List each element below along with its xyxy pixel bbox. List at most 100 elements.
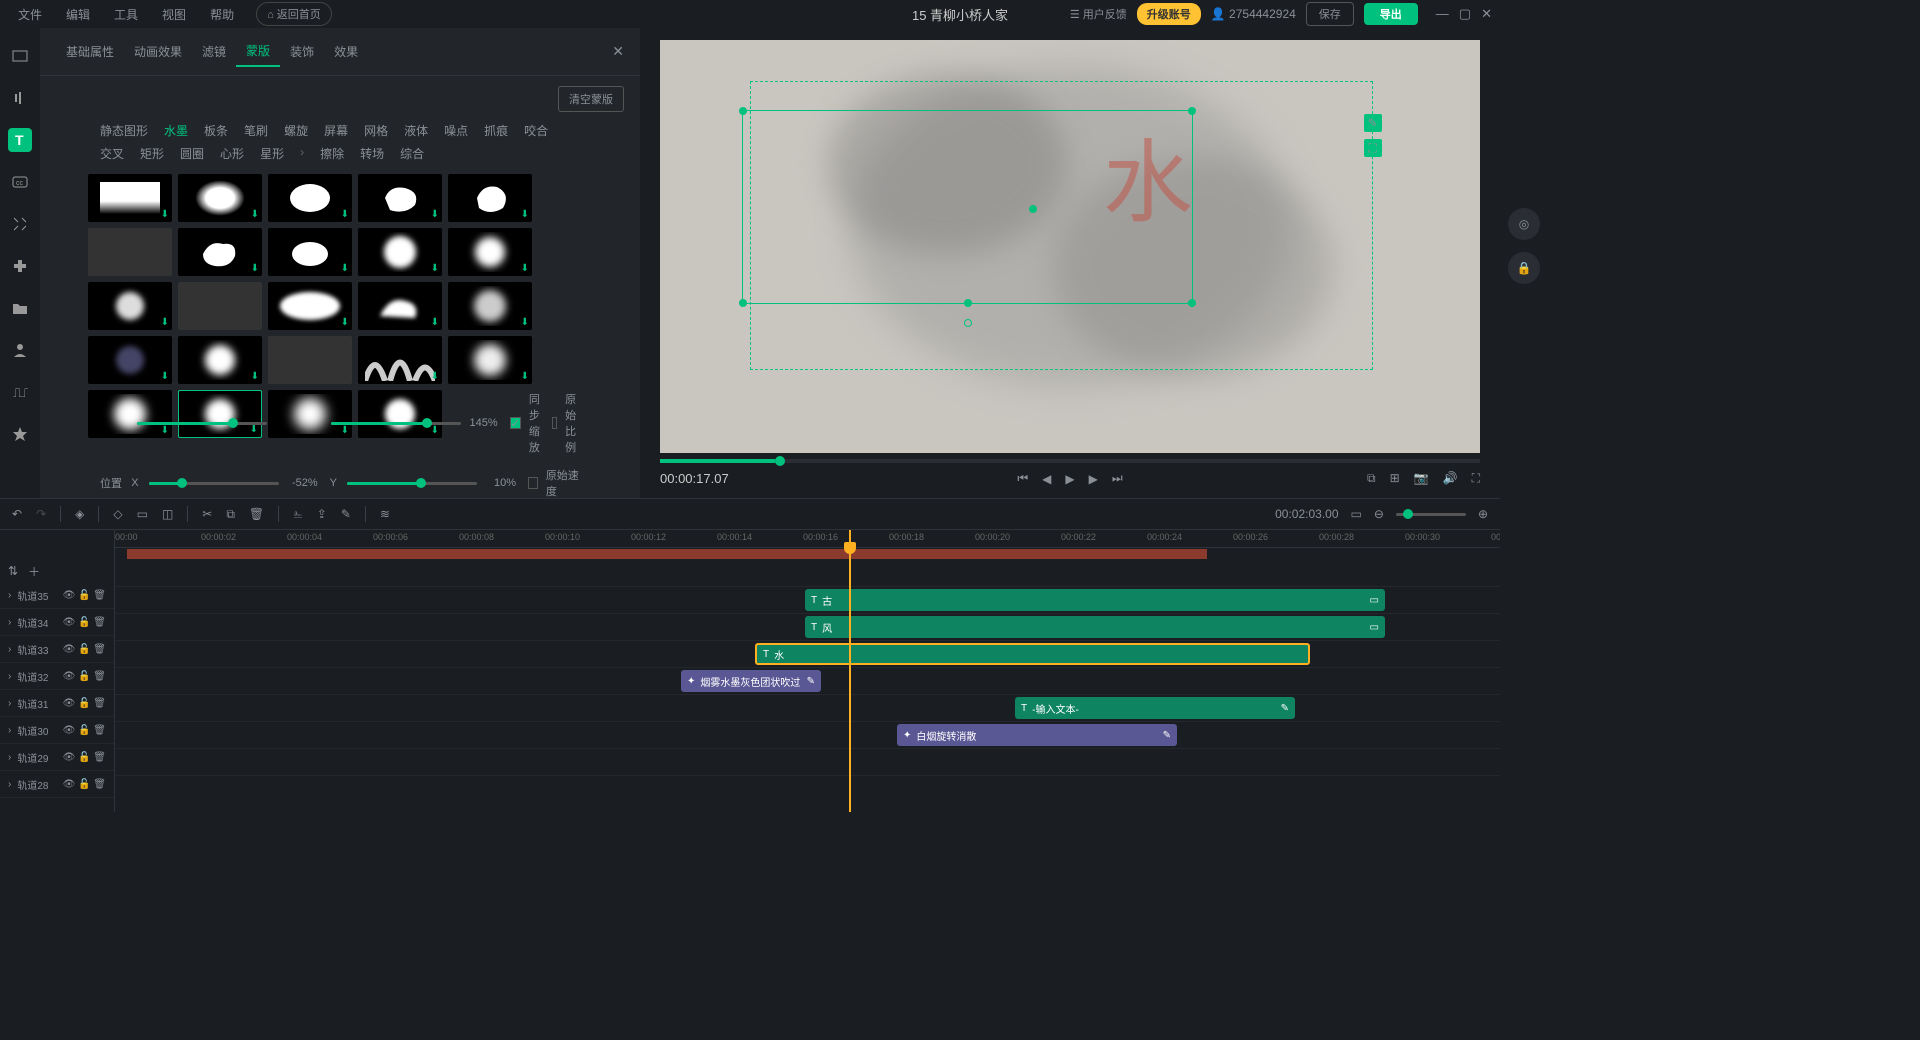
- download-icon[interactable]: ⬇: [431, 371, 439, 382]
- nav-person-icon[interactable]: [8, 338, 32, 362]
- tab-effect[interactable]: 效果: [324, 37, 368, 66]
- track-header[interactable]: ›轨道34👁 🔓 🗑: [0, 609, 114, 636]
- edit-pencil-icon[interactable]: ✎: [1364, 114, 1382, 132]
- layers-icon[interactable]: ≋: [380, 507, 390, 521]
- download-icon[interactable]: ⬇: [341, 263, 349, 274]
- nav-favorites-icon[interactable]: [8, 422, 32, 446]
- close-icon[interactable]: ✕: [1481, 6, 1492, 22]
- panel-close-button[interactable]: ✕: [612, 43, 624, 60]
- download-icon[interactable]: ⬇: [251, 263, 259, 274]
- download-icon[interactable]: ⬇: [341, 425, 349, 436]
- mask-thumb[interactable]: ⬇: [358, 228, 442, 276]
- mask-thumb[interactable]: ⬇: [358, 390, 442, 438]
- export-button[interactable]: 导出: [1364, 3, 1418, 25]
- pos-y-value[interactable]: 10%: [485, 477, 520, 489]
- tab-filter[interactable]: 滤镜: [192, 37, 236, 66]
- mask-thumb[interactable]: ⬇: [88, 174, 172, 222]
- playhead[interactable]: [849, 530, 851, 812]
- download-icon[interactable]: ⬇: [431, 263, 439, 274]
- text-clip-gu[interactable]: T古▭: [805, 589, 1385, 611]
- track-header[interactable]: ›轨道31👁 🔓 🗑: [0, 690, 114, 717]
- nav-plugins-icon[interactable]: [8, 254, 32, 278]
- play-icon[interactable]: ▶: [1065, 472, 1074, 486]
- audio-clip[interactable]: [127, 549, 1207, 559]
- text-clip-shui-selected[interactable]: T水: [755, 643, 1310, 665]
- download-icon[interactable]: ⬇: [521, 317, 529, 328]
- menu-view[interactable]: 视图: [152, 2, 196, 27]
- nav-folder-icon[interactable]: [8, 296, 32, 320]
- mask-thumb[interactable]: ⬇: [178, 336, 262, 384]
- cat-scratch[interactable]: 抓痕: [484, 122, 508, 139]
- download-icon[interactable]: ⬇: [341, 209, 349, 220]
- scale-h-slider[interactable]: [331, 422, 461, 425]
- group-icon[interactable]: ▭: [137, 507, 148, 521]
- track-header[interactable]: ›轨道30👁 🔓 🗑: [0, 717, 114, 744]
- download-icon[interactable]: ⬇: [251, 371, 259, 382]
- mask-thumb[interactable]: ⬇: [358, 174, 442, 222]
- orig-speed-checkbox[interactable]: [528, 477, 538, 489]
- cat-transition[interactable]: 转场: [360, 145, 384, 162]
- download-icon[interactable]: ⬇: [341, 317, 349, 328]
- mask-thumb[interactable]: ⬇: [268, 282, 352, 330]
- tracks-area[interactable]: 00:00 00:00:02 00:00:04 00:00:06 00:00:0…: [115, 530, 1500, 812]
- goto-start-icon[interactable]: ⏮: [1017, 471, 1028, 486]
- download-icon[interactable]: ⬇: [521, 371, 529, 382]
- cat-cross[interactable]: 交叉: [100, 145, 124, 162]
- menu-tools[interactable]: 工具: [104, 2, 148, 27]
- tab-mask[interactable]: 蒙版: [236, 36, 280, 67]
- upgrade-button[interactable]: 升级账号: [1137, 3, 1201, 25]
- nav-audio-icon[interactable]: [8, 86, 32, 110]
- cat-brush[interactable]: 笔刷: [244, 122, 268, 139]
- split-icon[interactable]: ⎁: [293, 507, 303, 522]
- pos-y-slider[interactable]: [347, 482, 477, 485]
- timeline-ruler[interactable]: 00:00 00:00:02 00:00:04 00:00:06 00:00:0…: [115, 530, 1500, 548]
- cat-spiral[interactable]: 螺旋: [284, 122, 308, 139]
- effect-clip-smoke[interactable]: ✦烟雾水墨灰色团状吹过✎: [681, 670, 821, 692]
- mask-thumb[interactable]: ⬇: [88, 390, 172, 438]
- cat-ink[interactable]: 水墨: [164, 122, 188, 139]
- goto-end-icon[interactable]: ⏭: [1112, 471, 1123, 486]
- scale-h-value[interactable]: 145%: [469, 417, 501, 429]
- zoom-out-icon[interactable]: ⊖: [1374, 507, 1384, 521]
- mask-thumb[interactable]: ⬇: [88, 282, 172, 330]
- cat-circle[interactable]: 圆圈: [180, 145, 204, 162]
- download-icon[interactable]: ⬇: [250, 424, 258, 435]
- preview-canvas[interactable]: 水 ✎ ⛶: [660, 40, 1480, 453]
- delete-icon[interactable]: 🗑: [249, 507, 264, 521]
- capture-icon[interactable]: ⧉: [1367, 471, 1376, 486]
- track-header[interactable]: ›轨道35👁 🔓 🗑: [0, 582, 114, 609]
- download-icon[interactable]: ⬇: [161, 317, 169, 328]
- cat-noise[interactable]: 噪点: [444, 122, 468, 139]
- track-header[interactable]: ›轨道32👁 🔓 🗑: [0, 663, 114, 690]
- mask-thumb[interactable]: ⬇: [268, 174, 352, 222]
- menu-edit[interactable]: 编辑: [56, 2, 100, 27]
- next-frame-icon[interactable]: ▶: [1089, 472, 1098, 486]
- mask-thumb[interactable]: ⬇: [358, 336, 442, 384]
- account-label[interactable]: 👤 2754442924: [1211, 7, 1296, 21]
- fit-icon[interactable]: ▭: [1351, 507, 1362, 521]
- mask-thumb[interactable]: ⬇: [448, 174, 532, 222]
- menu-help[interactable]: 帮助: [200, 2, 244, 27]
- mask-thumb[interactable]: ⬇: [268, 390, 352, 438]
- download-icon[interactable]: ⬇: [161, 209, 169, 220]
- download-icon[interactable]: ⬇: [431, 425, 439, 436]
- mask-thumb[interactable]: ⬇: [358, 282, 442, 330]
- sync-scale-checkbox[interactable]: ✓: [510, 417, 521, 429]
- volume-icon[interactable]: 🔊: [1443, 471, 1458, 486]
- safe-zone-icon[interactable]: ◎: [1508, 208, 1540, 240]
- download-icon[interactable]: ⬇: [251, 209, 259, 220]
- download-icon[interactable]: ⬇: [431, 209, 439, 220]
- minimize-icon[interactable]: —: [1436, 6, 1449, 22]
- pos-x-value[interactable]: -52%: [287, 477, 322, 489]
- track-header[interactable]: ›轨道28👁 🔓 🗑: [0, 771, 114, 798]
- text-clip-feng[interactable]: T风▭: [805, 616, 1385, 638]
- link-icon[interactable]: ✎: [341, 507, 351, 521]
- clear-mask-button[interactable]: 清空蒙版: [558, 86, 624, 112]
- download-icon[interactable]: ⬇: [521, 263, 529, 274]
- maximize-icon[interactable]: ▢: [1459, 6, 1471, 22]
- mask-thumb[interactable]: ⬇: [178, 174, 262, 222]
- download-icon[interactable]: ⬇: [161, 425, 169, 436]
- crop-icon[interactable]: ⛶: [1364, 139, 1382, 157]
- track-options-icon[interactable]: ⇅: [8, 564, 18, 578]
- mask-thumb[interactable]: ⬇: [88, 336, 172, 384]
